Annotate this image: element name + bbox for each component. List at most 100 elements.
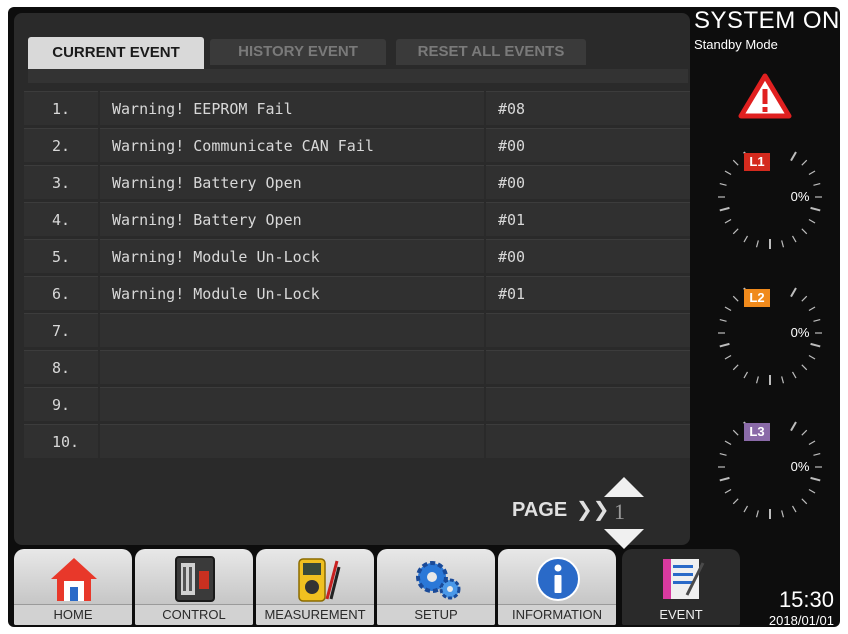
dial-tick <box>755 376 759 384</box>
dial-tick <box>808 354 816 360</box>
dial-tick <box>755 240 759 248</box>
event-message <box>100 313 484 347</box>
measurement-label: MEASUREMENT <box>256 604 374 625</box>
dial-tick <box>732 429 739 436</box>
table-row: 10. <box>24 424 690 458</box>
home-label: HOME <box>14 604 132 625</box>
dial-tick <box>791 235 797 243</box>
dial-tick <box>801 159 808 166</box>
dial-tick <box>781 510 785 518</box>
dial-tick <box>719 182 727 186</box>
dial-tick <box>808 488 816 494</box>
dial-tick <box>790 287 797 298</box>
table-row: 1. Warning! EEPROM Fail #08 <box>24 91 690 125</box>
page-number: 1 <box>614 499 625 524</box>
dial-tick <box>724 218 732 224</box>
dial-tick <box>732 364 739 371</box>
dial-tick <box>813 452 821 456</box>
dial-tick <box>801 295 808 302</box>
event-number: 7. <box>24 313 98 347</box>
dial-tick <box>719 206 730 212</box>
page-down-arrow-icon[interactable] <box>604 529 644 549</box>
dial-tick <box>810 476 821 482</box>
event-button[interactable]: EVENT <box>622 549 740 625</box>
dial-tick <box>790 421 797 432</box>
phase-label-l1: L1 <box>744 153 770 171</box>
ups-display: HISTORY EVENT RESET ALL EVENTS CURRENT E… <box>8 7 840 627</box>
event-number: 2. <box>24 128 98 162</box>
event-message: Warning! Module Un-Lock <box>100 276 484 310</box>
dial-tick <box>808 440 816 446</box>
event-number: 1. <box>24 91 98 125</box>
dial-tick <box>719 342 730 348</box>
dial-tick <box>732 159 739 166</box>
dial-tick <box>808 170 816 176</box>
dial-tick <box>743 371 749 379</box>
multimeter-icon <box>298 558 341 602</box>
measurement-button[interactable]: MEASUREMENT <box>256 549 374 625</box>
load-percent-l2: 0% <box>790 325 810 340</box>
page-up-arrow-icon[interactable] <box>604 477 644 497</box>
tab-reset-all-events[interactable]: RESET ALL EVENTS <box>396 39 586 65</box>
info-icon <box>536 557 580 601</box>
table-row: 3. Warning! Battery Open #00 <box>24 165 690 199</box>
event-code: #08 <box>486 91 690 125</box>
status-panel: SYSTEM ON Standby Mode L1 0% L2 0% L3 0% <box>690 7 840 547</box>
dial-tick <box>801 429 808 436</box>
information-button[interactable]: INFORMATION <box>498 549 616 625</box>
setup-label: SETUP <box>377 604 495 625</box>
table-row: 9. <box>24 387 690 421</box>
event-message <box>100 387 484 421</box>
page-label: PAGE <box>512 499 568 521</box>
event-code: #01 <box>486 276 690 310</box>
event-code <box>486 350 690 384</box>
table-row: 6. Warning! Module Un-Lock #01 <box>24 276 690 310</box>
control-button[interactable]: CONTROL <box>135 549 253 625</box>
warning-triangle-icon[interactable] <box>738 73 792 119</box>
system-status-title: SYSTEM ON <box>694 7 840 34</box>
dial-tick <box>743 505 749 513</box>
dial-tick <box>724 440 732 446</box>
event-message: Warning! Module Un-Lock <box>100 239 484 273</box>
event-label: EVENT <box>622 605 740 625</box>
dial-tick <box>808 218 816 224</box>
dial-tick <box>724 306 732 312</box>
dial-tick <box>732 228 739 235</box>
load-percent-l1: 0% <box>790 189 810 204</box>
dial-tick <box>813 182 821 186</box>
tab-current-event[interactable]: CURRENT EVENT <box>28 37 204 69</box>
event-code <box>486 387 690 421</box>
setup-button[interactable]: SETUP <box>377 549 495 625</box>
event-code: #00 <box>486 128 690 162</box>
event-number: 10. <box>24 424 98 458</box>
load-percent-l3: 0% <box>790 459 810 474</box>
dial-tick <box>813 318 821 322</box>
dial-tick <box>724 488 732 494</box>
double-chevron-right-icon: ❯❯ <box>576 497 610 521</box>
clock-date: 2018/01/01 <box>768 613 834 627</box>
operation-mode: Standby Mode <box>694 37 778 52</box>
dial-tick <box>719 318 727 322</box>
tab-history-event[interactable]: HISTORY EVENT <box>210 39 386 65</box>
dial-tick <box>724 170 732 176</box>
event-message: Warning! Battery Open <box>100 202 484 236</box>
dial-tick <box>790 151 797 162</box>
event-number: 5. <box>24 239 98 273</box>
event-message: Warning! Battery Open <box>100 165 484 199</box>
gauge-l3: L3 0% <box>710 407 830 527</box>
event-message: Warning! Communicate CAN Fail <box>100 128 484 162</box>
dial-tick <box>732 498 739 505</box>
dial-tick <box>781 240 785 248</box>
dial-tick <box>801 498 808 505</box>
event-code <box>486 313 690 347</box>
event-code: #00 <box>486 165 690 199</box>
dial-tick <box>801 364 808 371</box>
home-icon <box>51 558 97 601</box>
event-number: 8. <box>24 350 98 384</box>
event-code <box>486 424 690 458</box>
table-row: 2. Warning! Communicate CAN Fail #00 <box>24 128 690 162</box>
event-number: 9. <box>24 387 98 421</box>
control-panel-icon <box>175 556 215 602</box>
dial-tick <box>724 354 732 360</box>
home-button[interactable]: HOME <box>14 549 132 625</box>
